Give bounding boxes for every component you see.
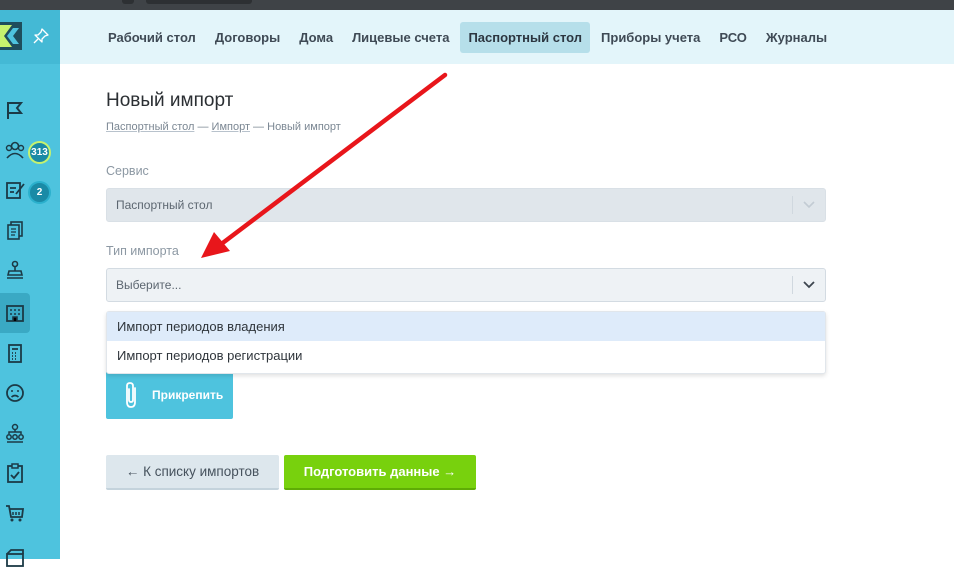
- nav-item-desktop[interactable]: Рабочий стол: [100, 22, 204, 53]
- breadcrumb-current: Новый импорт: [267, 121, 341, 133]
- stamp-icon: [6, 260, 24, 279]
- sidebar-item-checklist[interactable]: [0, 456, 30, 490]
- breadcrumb-separator: —: [250, 121, 268, 133]
- top-navigation: Рабочий стол Договоры Дома Лицевые счета…: [60, 10, 954, 64]
- breadcrumb: Паспортный стол — Импорт — Новый импорт: [106, 121, 341, 133]
- sidebar-item-tasks[interactable]: [0, 173, 30, 207]
- sidebar: 313 2: [0, 10, 60, 567]
- edit-list-icon: [6, 182, 25, 199]
- logo-icon: [0, 22, 22, 50]
- calculator-icon: [8, 344, 22, 363]
- flag-icon: [7, 102, 24, 119]
- sidebar-item-stamp[interactable]: [0, 253, 30, 287]
- chevron-down-icon[interactable]: [793, 281, 825, 289]
- back-to-imports-button[interactable]: ← К списку импортов: [106, 455, 279, 490]
- import-type-option-ownership[interactable]: Импорт периодов владения: [107, 312, 825, 341]
- breadcrumb-separator: —: [194, 121, 212, 133]
- import-type-dropdown: Импорт периодов владения Импорт периодов…: [106, 311, 826, 374]
- breadcrumb-link-import[interactable]: Импорт: [212, 121, 250, 133]
- service-label: Сервис: [106, 164, 149, 178]
- chevron-down-icon: [793, 201, 825, 209]
- import-type-label: Тип импорта: [106, 244, 179, 258]
- sidebar-item-structure[interactable]: [0, 416, 30, 450]
- logo[interactable]: [0, 10, 60, 64]
- sidebar-item-complaints[interactable]: [0, 376, 30, 410]
- sidebar-item-team[interactable]: [0, 133, 30, 167]
- cart-icon: [6, 505, 25, 522]
- pin-icon[interactable]: [33, 28, 49, 44]
- tasks-count-badge: 2: [28, 181, 51, 204]
- paperclip-icon: [126, 382, 136, 408]
- main-nav: Рабочий стол Договоры Дома Лицевые счета…: [100, 22, 838, 53]
- sidebar-item-more[interactable]: [0, 540, 30, 574]
- nav-item-accounts[interactable]: Лицевые счета: [344, 22, 457, 53]
- sad-face-icon: [6, 384, 24, 402]
- service-select-value: Паспортный стол: [116, 198, 213, 212]
- top-bar: [0, 0, 954, 10]
- sidebar-item-shop[interactable]: [0, 496, 30, 530]
- sidebar-item-meters[interactable]: [0, 336, 30, 370]
- sidebar-item-desk[interactable]: [0, 93, 30, 127]
- page-title: Новый импорт: [106, 90, 234, 111]
- sidebar-item-documents[interactable]: [0, 213, 30, 247]
- nav-item-contracts[interactable]: Договоры: [207, 22, 288, 53]
- clipboard-check-icon: [7, 463, 23, 483]
- import-type-select-placeholder: Выберите...: [116, 278, 182, 292]
- import-type-option-registration[interactable]: Импорт периодов регистрации: [107, 341, 825, 370]
- nav-item-journals[interactable]: Журналы: [758, 22, 835, 53]
- building-icon: [6, 305, 24, 322]
- nav-item-meters[interactable]: Приборы учета: [593, 22, 708, 53]
- prepare-data-button[interactable]: Подготовить данные →: [284, 455, 476, 490]
- top-bar-tab: [122, 0, 134, 4]
- nav-item-passport-office[interactable]: Паспортный стол: [460, 22, 591, 53]
- attach-file-label: Прикрепить: [152, 388, 224, 402]
- attach-file-button[interactable]: Прикрепить: [106, 371, 233, 419]
- box-icon: [6, 549, 24, 567]
- import-type-select[interactable]: Выберите...: [106, 268, 826, 302]
- documents-icon: [7, 221, 23, 240]
- service-select: Паспортный стол: [106, 188, 826, 222]
- breadcrumb-link-passport-office[interactable]: Паспортный стол: [106, 121, 194, 133]
- people-icon: [5, 141, 25, 159]
- nav-item-houses[interactable]: Дома: [291, 22, 341, 53]
- sidebar-item-buildings[interactable]: [0, 293, 30, 333]
- org-chart-icon: [6, 423, 24, 443]
- team-count-badge: 313: [28, 141, 51, 164]
- nav-item-rso[interactable]: РСО: [711, 22, 755, 53]
- top-bar-tab: [146, 0, 252, 4]
